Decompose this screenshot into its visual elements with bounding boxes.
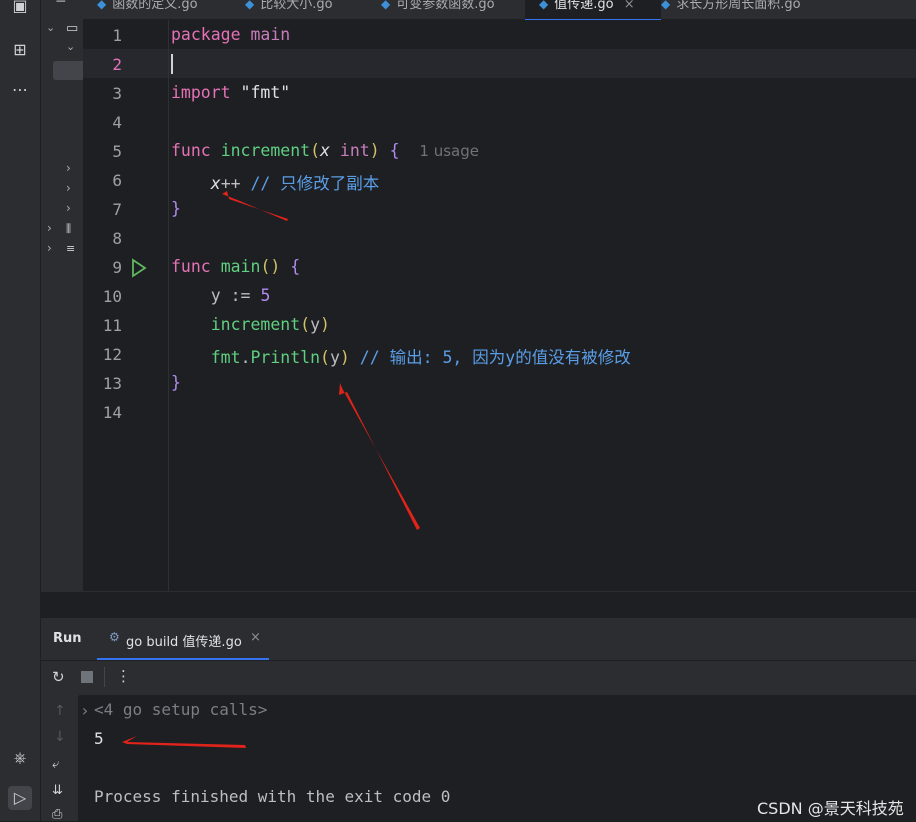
- annotation-arrow: [222, 191, 288, 221]
- annotation-arrow: [122, 736, 246, 748]
- annotation-arrow: [339, 383, 420, 530]
- annotation-arrows: [122, 191, 420, 748]
